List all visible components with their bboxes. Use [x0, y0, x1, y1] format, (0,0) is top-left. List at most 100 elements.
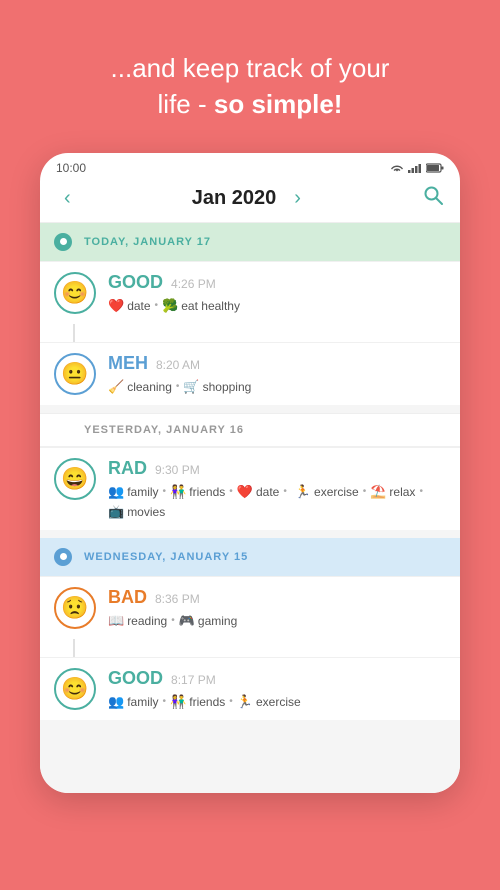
- status-time: 10:00: [56, 161, 86, 175]
- today-dot: [54, 233, 72, 251]
- tag-relax-label: relax: [389, 485, 415, 499]
- entry-time-meh: 8:20 AM: [156, 358, 200, 372]
- friends-icon: 👫: [170, 484, 186, 500]
- family-icon: 👥: [108, 484, 124, 500]
- entry-content-rad: RAD 9:30 PM 👥 family • 👫 friends: [108, 458, 446, 520]
- nav-bar: ‹ Jan 2020 ›: [40, 179, 460, 223]
- header-line1: ...and keep track of your: [111, 53, 390, 83]
- tag-gaming-label: gaming: [198, 614, 237, 628]
- tag-relax: ⛱️ relax: [370, 484, 415, 500]
- prev-month-button[interactable]: ‹: [56, 183, 79, 214]
- heart-icon: ❤️: [108, 298, 124, 314]
- status-bar: 10:00: [40, 153, 460, 179]
- entry-row-good-wed: 😊 GOOD 8:17 PM 👥 family • 👫: [40, 657, 460, 720]
- day-section-wednesday: WEDNESDAY, JANUARY 15 😟 BAD 8:36 PM 📖 re…: [40, 538, 460, 720]
- tag-cleaning: 🧹 cleaning: [108, 379, 172, 395]
- tag-family: 👥 family: [108, 484, 159, 500]
- mood-label-meh: MEH: [108, 353, 148, 374]
- today-label: TODAY, JANUARY 17: [84, 236, 211, 248]
- tag-gaming: 🎮 gaming: [179, 613, 238, 629]
- mood-label-good-wed: GOOD: [108, 668, 163, 689]
- tag-exercise: 🏃 exercise: [295, 484, 359, 500]
- day-header-wednesday: WEDNESDAY, JANUARY 15: [40, 538, 460, 576]
- battery-icon: [426, 163, 444, 173]
- tag-date-rad-label: date: [256, 485, 279, 499]
- entry-title-row-good: GOOD 4:26 PM: [108, 272, 446, 293]
- tag-family-label: family: [127, 485, 158, 499]
- phone-frame: 10:00 ‹ Jan: [40, 153, 460, 793]
- entry-tags-bad: 📖 reading • 🎮 gaming: [108, 613, 446, 629]
- heart-icon-rad: ❤️: [237, 484, 253, 500]
- entry-row-bad: 😟 BAD 8:36 PM 📖 reading • 🎮: [40, 576, 460, 639]
- tag-exercise-label: exercise: [314, 485, 359, 499]
- search-icon: [422, 184, 444, 206]
- timeline-line-1: [73, 324, 75, 342]
- exercise-icon: 🏃: [295, 484, 311, 500]
- entry-title-row-bad: BAD 8:36 PM: [108, 587, 446, 608]
- entry-time-bad: 8:36 PM: [155, 592, 200, 606]
- entry-row-good: 😊 GOOD 4:26 PM ❤️ date • 🥦: [40, 261, 460, 324]
- entry-row-rad: 😄 RAD 9:30 PM 👥 family • 👫: [40, 447, 460, 530]
- mood-label-good: GOOD: [108, 272, 163, 293]
- tag-shopping-label: shopping: [203, 380, 252, 394]
- entry-title-row-meh: MEH 8:20 AM: [108, 353, 446, 374]
- header: ...and keep track of your life - so simp…: [81, 0, 420, 153]
- mood-label-bad: BAD: [108, 587, 147, 608]
- tag-friends: 👫 friends: [170, 484, 225, 500]
- search-button[interactable]: [422, 184, 444, 212]
- status-icons: [390, 163, 444, 173]
- tag-date-label: date: [127, 299, 150, 313]
- timeline-line-2: [73, 639, 75, 657]
- tag-reading-label: reading: [127, 614, 167, 628]
- mood-icon-bad: 😟: [54, 587, 96, 629]
- tag-family-wed-label: family: [127, 695, 158, 709]
- tag-friends-label: friends: [189, 485, 225, 499]
- movies-icon: 📺: [108, 504, 124, 520]
- yesterday-label: YESTERDAY, JANUARY 16: [84, 424, 244, 436]
- family-icon-wed: 👥: [108, 694, 124, 710]
- wednesday-dot: [54, 548, 72, 566]
- entry-row-meh: 😐 MEH 8:20 AM 🧹 cleaning • 🛒: [40, 342, 460, 405]
- tag-cleaning-label: cleaning: [127, 380, 172, 394]
- entry-content-bad: BAD 8:36 PM 📖 reading • 🎮 gaming: [108, 587, 446, 629]
- tag-shopping: 🛒 shopping: [183, 379, 251, 395]
- nav-center: Jan 2020 ›: [192, 183, 309, 214]
- tag-friends-wed: 👫 friends: [170, 694, 225, 710]
- entry-content-good: GOOD 4:26 PM ❤️ date • 🥦 eat healthy: [108, 272, 446, 314]
- day-section-today: TODAY, JANUARY 17 😊 GOOD 4:26 PM ❤️ date: [40, 223, 460, 405]
- entry-tags-meh: 🧹 cleaning • 🛒 shopping: [108, 379, 446, 395]
- next-month-button[interactable]: ›: [286, 183, 309, 214]
- tag-exercise-wed: 🏃 exercise: [237, 694, 301, 710]
- entry-content-good-wed: GOOD 8:17 PM 👥 family • 👫 friends: [108, 668, 446, 710]
- tag-dot-2: •: [176, 381, 180, 392]
- wednesday-dot-inner: [60, 553, 67, 560]
- today-dot-inner: [60, 238, 67, 245]
- tag-eat-healthy-label: eat healthy: [181, 299, 240, 313]
- entry-content-meh: MEH 8:20 AM 🧹 cleaning • 🛒 shopping: [108, 353, 446, 395]
- entry-time-good-wed: 8:17 PM: [171, 673, 216, 687]
- tag-movies-label: movies: [127, 505, 165, 519]
- friends-icon-wed: 👫: [170, 694, 186, 710]
- tag-friends-wed-label: friends: [189, 695, 225, 709]
- gaming-icon: 🎮: [179, 613, 195, 629]
- day-header-yesterday: YESTERDAY, JANUARY 16: [40, 414, 460, 447]
- mood-icon-good-wed: 😊: [54, 668, 96, 710]
- tag-movies: 📺 movies: [108, 504, 165, 520]
- scroll-area[interactable]: TODAY, JANUARY 17 😊 GOOD 4:26 PM ❤️ date: [40, 223, 460, 793]
- relax-icon: ⛱️: [370, 484, 386, 500]
- entry-time-rad: 9:30 PM: [155, 463, 200, 477]
- signal-icon: [408, 163, 422, 173]
- entry-title-row-rad: RAD 9:30 PM: [108, 458, 446, 479]
- tag-family-wed: 👥 family: [108, 694, 159, 710]
- wifi-icon: [390, 163, 404, 173]
- entry-tags-rad: 👥 family • 👫 friends • ❤️ date: [108, 484, 446, 520]
- tag-reading: 📖 reading: [108, 613, 167, 629]
- shopping-icon: 🛒: [183, 379, 199, 395]
- exercise-icon-wed: 🏃: [237, 694, 253, 710]
- entry-time-good: 4:26 PM: [171, 277, 216, 291]
- tag-date-rad: ❤️ date: [237, 484, 280, 500]
- tag-date: ❤️ date: [108, 298, 151, 314]
- header-line2-normal: life -: [158, 89, 214, 119]
- mood-icon-rad: 😄: [54, 458, 96, 500]
- mood-icon-meh: 😐: [54, 353, 96, 395]
